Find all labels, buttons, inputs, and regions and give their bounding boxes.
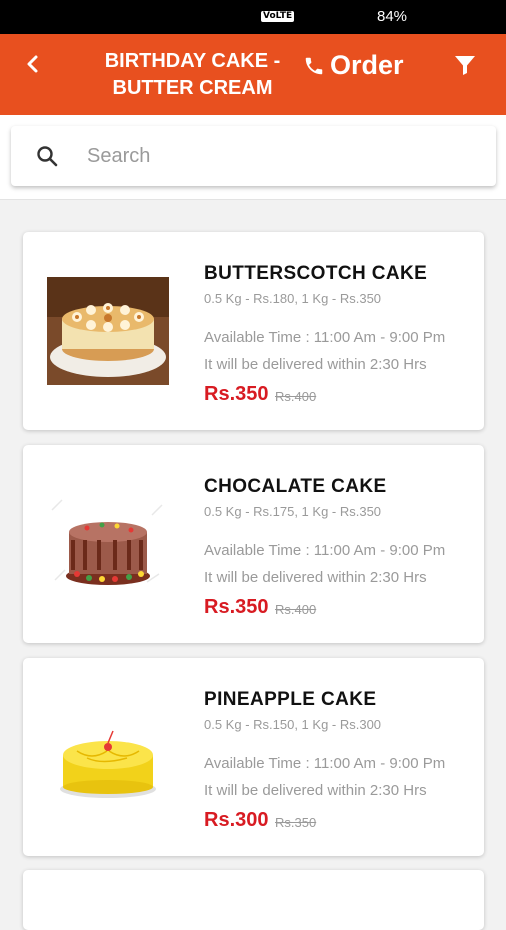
original-price: Rs.400: [275, 602, 317, 617]
product-card[interactable]: BUTTERSCOTCH CAKE 0.5 Kg - Rs.180, 1 Kg …: [23, 232, 484, 430]
status-bar: VoLTE 84%: [0, 0, 506, 34]
product-name: PINEAPPLE CAKE: [204, 689, 377, 710]
pineapple-cake-image: [47, 703, 169, 811]
volte-indicator: VoLTE: [261, 11, 295, 22]
product-name: CHOCALATE CAKE: [204, 476, 387, 497]
product-weights: 0.5 Kg - Rs.180, 1 Kg - Rs.350: [204, 291, 382, 306]
chocolate-cake-image: [47, 490, 169, 598]
available-time: Available Time : 11:00 Am - 9:00 Pm: [204, 542, 446, 559]
product-price: Rs.350: [204, 596, 269, 618]
app-bar: BIRTHDAY CAKE - BUTTER CREAM Order: [0, 34, 506, 115]
delivery-time: It will be delivered within 2:30 Hrs: [204, 782, 427, 799]
phone-icon: [305, 57, 323, 74]
product-weights: 0.5 Kg - Rs.150, 1 Kg - Rs.300: [204, 717, 382, 732]
search-input[interactable]: [87, 138, 467, 174]
available-time: Available Time : 11:00 Am - 9:00 Pm: [204, 329, 446, 346]
product-card[interactable]: CHOCALATE CAKE 0.5 Kg - Rs.175, 1 Kg - R…: [23, 445, 484, 643]
page-title: BIRTHDAY CAKE - BUTTER CREAM: [104, 50, 281, 99]
product-card[interactable]: PINEAPPLE CAKE 0.5 Kg - Rs.150, 1 Kg - R…: [23, 658, 484, 856]
product-price: Rs.350: [204, 383, 269, 405]
order-button[interactable]: Order: [303, 50, 404, 81]
order-label: Order: [330, 50, 404, 80]
original-price: Rs.350: [275, 815, 317, 830]
search-icon: [37, 146, 58, 167]
search-bar: [11, 126, 496, 186]
product-card[interactable]: [23, 870, 484, 930]
product-weights: 0.5 Kg - Rs.175, 1 Kg - Rs.350: [204, 504, 382, 519]
search-section: [0, 115, 506, 200]
delivery-time: It will be delivered within 2:30 Hrs: [204, 569, 427, 586]
delivery-time: It will be delivered within 2:30 Hrs: [204, 356, 427, 373]
original-price: Rs.400: [275, 389, 317, 404]
back-chevron-icon[interactable]: [22, 50, 44, 78]
available-time: Available Time : 11:00 Am - 9:00 Pm: [204, 755, 446, 772]
product-price: Rs.300: [204, 809, 269, 831]
filter-icon[interactable]: [454, 54, 476, 76]
butterscotch-cake-image: [47, 277, 169, 385]
product-name: BUTTERSCOTCH CAKE: [204, 263, 428, 284]
battery-level: 84%: [377, 8, 408, 25]
